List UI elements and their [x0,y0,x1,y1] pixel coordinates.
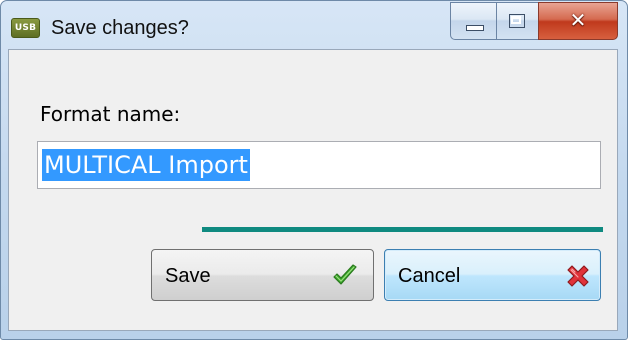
title-bar[interactable]: USB Save changes? ✕ [1,1,627,49]
maximize-icon [509,14,525,28]
format-name-selected-text: MULTICAL Import [42,149,250,181]
dialog-body: Format name: MULTICAL Import Save Cancel [8,49,618,331]
format-name-label: Format name: [40,102,181,126]
close-icon: ✕ [569,8,587,32]
minimize-icon [466,25,484,31]
maximize-button[interactable] [496,2,538,40]
close-button[interactable]: ✕ [538,2,618,40]
separator-line [202,227,603,232]
red-x-icon [567,265,589,287]
checkmark-icon [333,264,357,285]
format-name-input[interactable]: MULTICAL Import [37,141,601,189]
minimize-button[interactable] [450,2,496,40]
app-icon: USB [11,18,40,38]
window-controls: ✕ [450,2,618,40]
dialog-window: USB Save changes? ✕ Format name: MULTICA… [0,0,628,340]
window-title: Save changes? [51,17,189,39]
cancel-button[interactable]: Cancel [384,249,601,301]
cancel-button-label: Cancel [398,265,461,287]
save-button-label: Save [165,265,211,287]
save-button[interactable]: Save [151,249,374,301]
